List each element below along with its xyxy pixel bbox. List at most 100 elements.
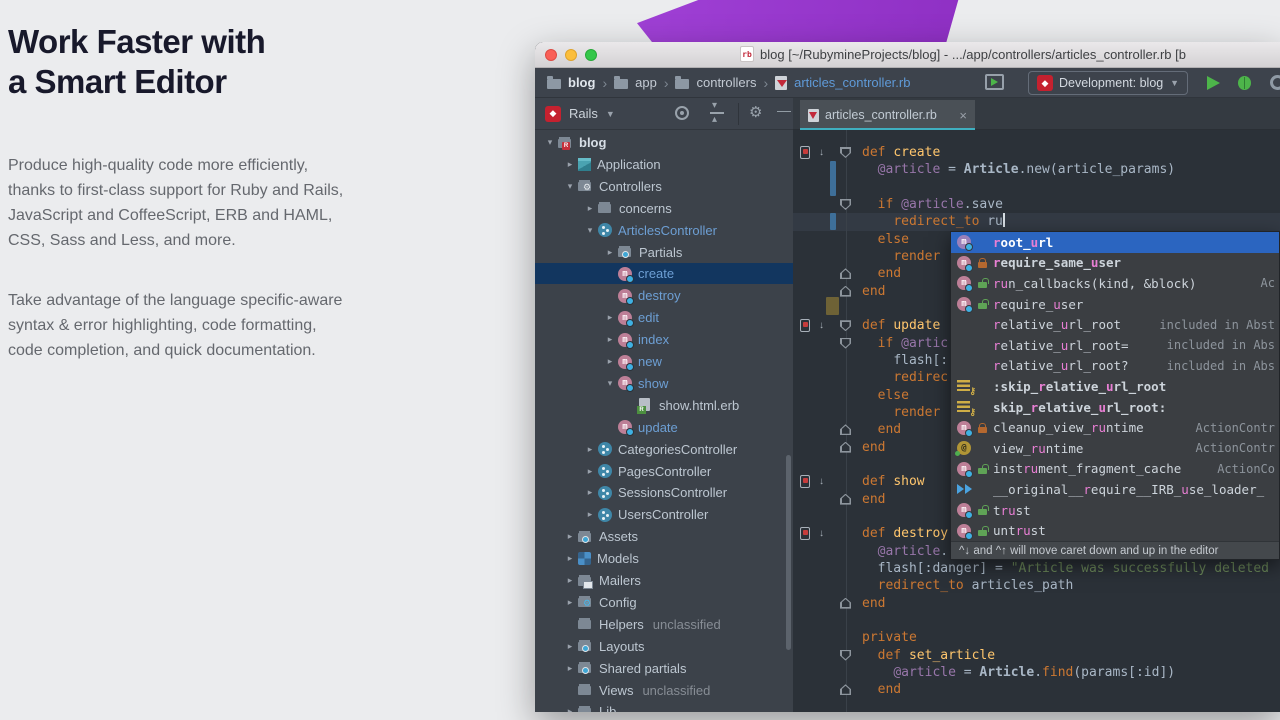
fold-expand-icon[interactable] <box>840 286 851 297</box>
tree-row-show-html-erb[interactable]: show.html.erb <box>535 395 793 416</box>
breadcrumb-item-file[interactable]: articles_controller.rb <box>775 75 910 90</box>
tree-row-layouts[interactable]: ▸Layouts <box>535 636 793 657</box>
chevron-expanded-icon[interactable]: ▾ <box>583 225 597 236</box>
project-view-selector[interactable]: Rails <box>569 106 598 121</box>
fold-expand-icon[interactable] <box>840 424 851 435</box>
fold-expand-icon[interactable] <box>840 598 851 609</box>
fold-collapse-icon[interactable] <box>840 199 851 210</box>
fold-expand-icon[interactable] <box>840 494 851 505</box>
settings-gear-icon[interactable]: ⚙ <box>749 103 762 121</box>
completion-item--original-require-irb-use-loader-[interactable]: __original__require__IRB_use_loader_ <box>951 479 1279 500</box>
completion-item-cleanup-view-runtime[interactable]: mcleanup_view_runtimeActionContr <box>951 417 1279 438</box>
run-anything-icon[interactable] <box>985 74 1004 90</box>
completion-item-require-same-user[interactable]: mrequire_same_user <box>951 253 1279 274</box>
tree-row-controllers[interactable]: ▾Controllers <box>535 176 793 197</box>
tree-row-userscontroller[interactable]: ▸UsersController <box>535 504 793 525</box>
chevron-collapsed-icon[interactable]: ▸ <box>603 356 617 367</box>
fold-expand-icon[interactable] <box>840 684 851 695</box>
tree-row-new[interactable]: ▸mnew <box>535 351 793 372</box>
chevron-collapsed-icon[interactable]: ▸ <box>583 487 597 498</box>
breadcrumb-item-controllers[interactable]: controllers <box>675 75 756 90</box>
tree-row-pagescontroller[interactable]: ▸PagesController <box>535 461 793 482</box>
run-configuration-selector[interactable]: ◆ Development: blog ▼ <box>1028 71 1188 95</box>
chevron-collapsed-icon[interactable]: ▸ <box>583 509 597 520</box>
tree-row-blog[interactable]: ▾blog <box>535 132 793 153</box>
tab-close-icon[interactable]: × <box>959 108 967 123</box>
close-window-button[interactable] <box>545 49 557 61</box>
completion-item-relative-url-root-[interactable]: relative_url_root?included in Abs <box>951 356 1279 377</box>
tree-row-models[interactable]: ▸Models <box>535 548 793 569</box>
tree-row-config[interactable]: ▸Config <box>535 592 793 613</box>
fold-collapse-icon[interactable] <box>840 320 851 331</box>
coverage-button[interactable] <box>1270 75 1280 90</box>
chevron-collapsed-icon[interactable]: ▸ <box>603 334 617 345</box>
rails-action-gutter-icon[interactable]: ↓ <box>800 146 824 160</box>
completion-item-trust[interactable]: mtrust <box>951 500 1279 521</box>
rails-action-gutter-icon[interactable]: ↓ <box>800 475 824 489</box>
completion-item-instrument-fragment-cache[interactable]: minstrument_fragment_cacheActionCo <box>951 459 1279 480</box>
tree-row-destroy[interactable]: mdestroy <box>535 285 793 306</box>
chevron-down-icon[interactable]: ▼ <box>606 109 615 119</box>
fold-expand-icon[interactable] <box>840 442 851 453</box>
completion-item--skip-relative-url-root[interactable]: :skip_relative_url_root <box>951 376 1279 397</box>
chevron-collapsed-icon[interactable]: ▸ <box>603 247 617 258</box>
tree-row-articlescontroller[interactable]: ▾ArticlesController <box>535 220 793 241</box>
tree-row-update[interactable]: mupdate <box>535 417 793 438</box>
fold-expand-icon[interactable] <box>840 268 851 279</box>
chevron-expanded-icon[interactable]: ▾ <box>563 181 577 192</box>
tree-row-show[interactable]: ▾mshow <box>535 373 793 394</box>
tree-row-sessionscontroller[interactable]: ▸SessionsController <box>535 482 793 503</box>
tree-row-index[interactable]: ▸mindex <box>535 329 793 350</box>
chevron-collapsed-icon[interactable]: ▸ <box>563 575 577 586</box>
completion-item-skip-relative-url-root-[interactable]: skip_relative_url_root: <box>951 397 1279 418</box>
tree-row-shared-partials[interactable]: ▸Shared partials <box>535 658 793 679</box>
tree-row-application[interactable]: ▸Application <box>535 154 793 175</box>
chevron-collapsed-icon[interactable]: ▸ <box>563 641 577 652</box>
completion-item-untrust[interactable]: muntrust <box>951 520 1279 541</box>
completion-item-root-url[interactable]: mroot_url <box>951 232 1279 253</box>
chevron-collapsed-icon[interactable]: ▸ <box>583 203 597 214</box>
chevron-expanded-icon[interactable]: ▾ <box>543 137 557 148</box>
completion-item-require-user[interactable]: mrequire_user <box>951 294 1279 315</box>
tree-row-lib[interactable]: ▸Lib <box>535 701 793 712</box>
chevron-collapsed-icon[interactable]: ▸ <box>563 553 577 564</box>
chevron-expanded-icon[interactable]: ▾ <box>603 378 617 389</box>
chevron-collapsed-icon[interactable]: ▸ <box>583 466 597 477</box>
debug-button[interactable] <box>1238 76 1251 90</box>
tree-row-partials[interactable]: ▸Partials <box>535 242 793 263</box>
rails-action-gutter-icon[interactable]: ↓ <box>800 319 824 333</box>
collapse-all-button[interactable] <box>710 105 724 121</box>
tree-row-helpers[interactable]: Helpersunclassified <box>535 614 793 635</box>
tree-row-views[interactable]: Viewsunclassified <box>535 680 793 701</box>
chevron-collapsed-icon[interactable]: ▸ <box>563 706 577 712</box>
rails-action-gutter-icon[interactable]: ↓ <box>800 527 824 541</box>
chevron-collapsed-icon[interactable]: ▸ <box>563 597 577 608</box>
chevron-collapsed-icon[interactable]: ▸ <box>563 531 577 542</box>
chevron-collapsed-icon[interactable]: ▸ <box>563 663 577 674</box>
completion-item-run-callbacks-kind-block-[interactable]: mrun_callbacks(kind, &block)Ac <box>951 273 1279 294</box>
minimize-window-button[interactable] <box>565 49 577 61</box>
fold-collapse-icon[interactable] <box>840 650 851 661</box>
chevron-collapsed-icon[interactable]: ▸ <box>563 159 577 170</box>
tree-row-concerns[interactable]: ▸concerns <box>535 198 793 219</box>
tree-row-categoriescontroller[interactable]: ▸CategoriesController <box>535 439 793 460</box>
chevron-collapsed-icon[interactable]: ▸ <box>583 444 597 455</box>
run-button[interactable] <box>1207 76 1220 90</box>
completion-item-relative-url-root[interactable]: relative_url_rootincluded in Abst <box>951 314 1279 335</box>
breadcrumb-item-blog[interactable]: blog <box>547 75 595 90</box>
completion-item-view-runtime[interactable]: @view_runtimeActionContr <box>951 438 1279 459</box>
editor-tab-articles-controller[interactable]: articles_controller.rb × <box>800 100 975 130</box>
tree-row-edit[interactable]: ▸medit <box>535 307 793 328</box>
fold-collapse-icon[interactable] <box>840 147 851 158</box>
zoom-window-button[interactable] <box>585 49 597 61</box>
chevron-collapsed-icon[interactable]: ▸ <box>603 312 617 323</box>
hide-panel-button[interactable]: — <box>777 102 791 118</box>
locate-file-button[interactable] <box>675 106 689 120</box>
completion-item-relative-url-root-[interactable]: relative_url_root=included in Abs <box>951 335 1279 356</box>
code-editor[interactable]: def create @article = Article.new(articl… <box>793 130 1280 712</box>
tree-row-create[interactable]: mcreate <box>535 263 793 284</box>
tree-row-assets[interactable]: ▸Assets <box>535 526 793 547</box>
breadcrumb-item-app[interactable]: app <box>614 75 657 90</box>
tree-row-mailers[interactable]: ▸Mailers <box>535 570 793 591</box>
fold-collapse-icon[interactable] <box>840 338 851 349</box>
